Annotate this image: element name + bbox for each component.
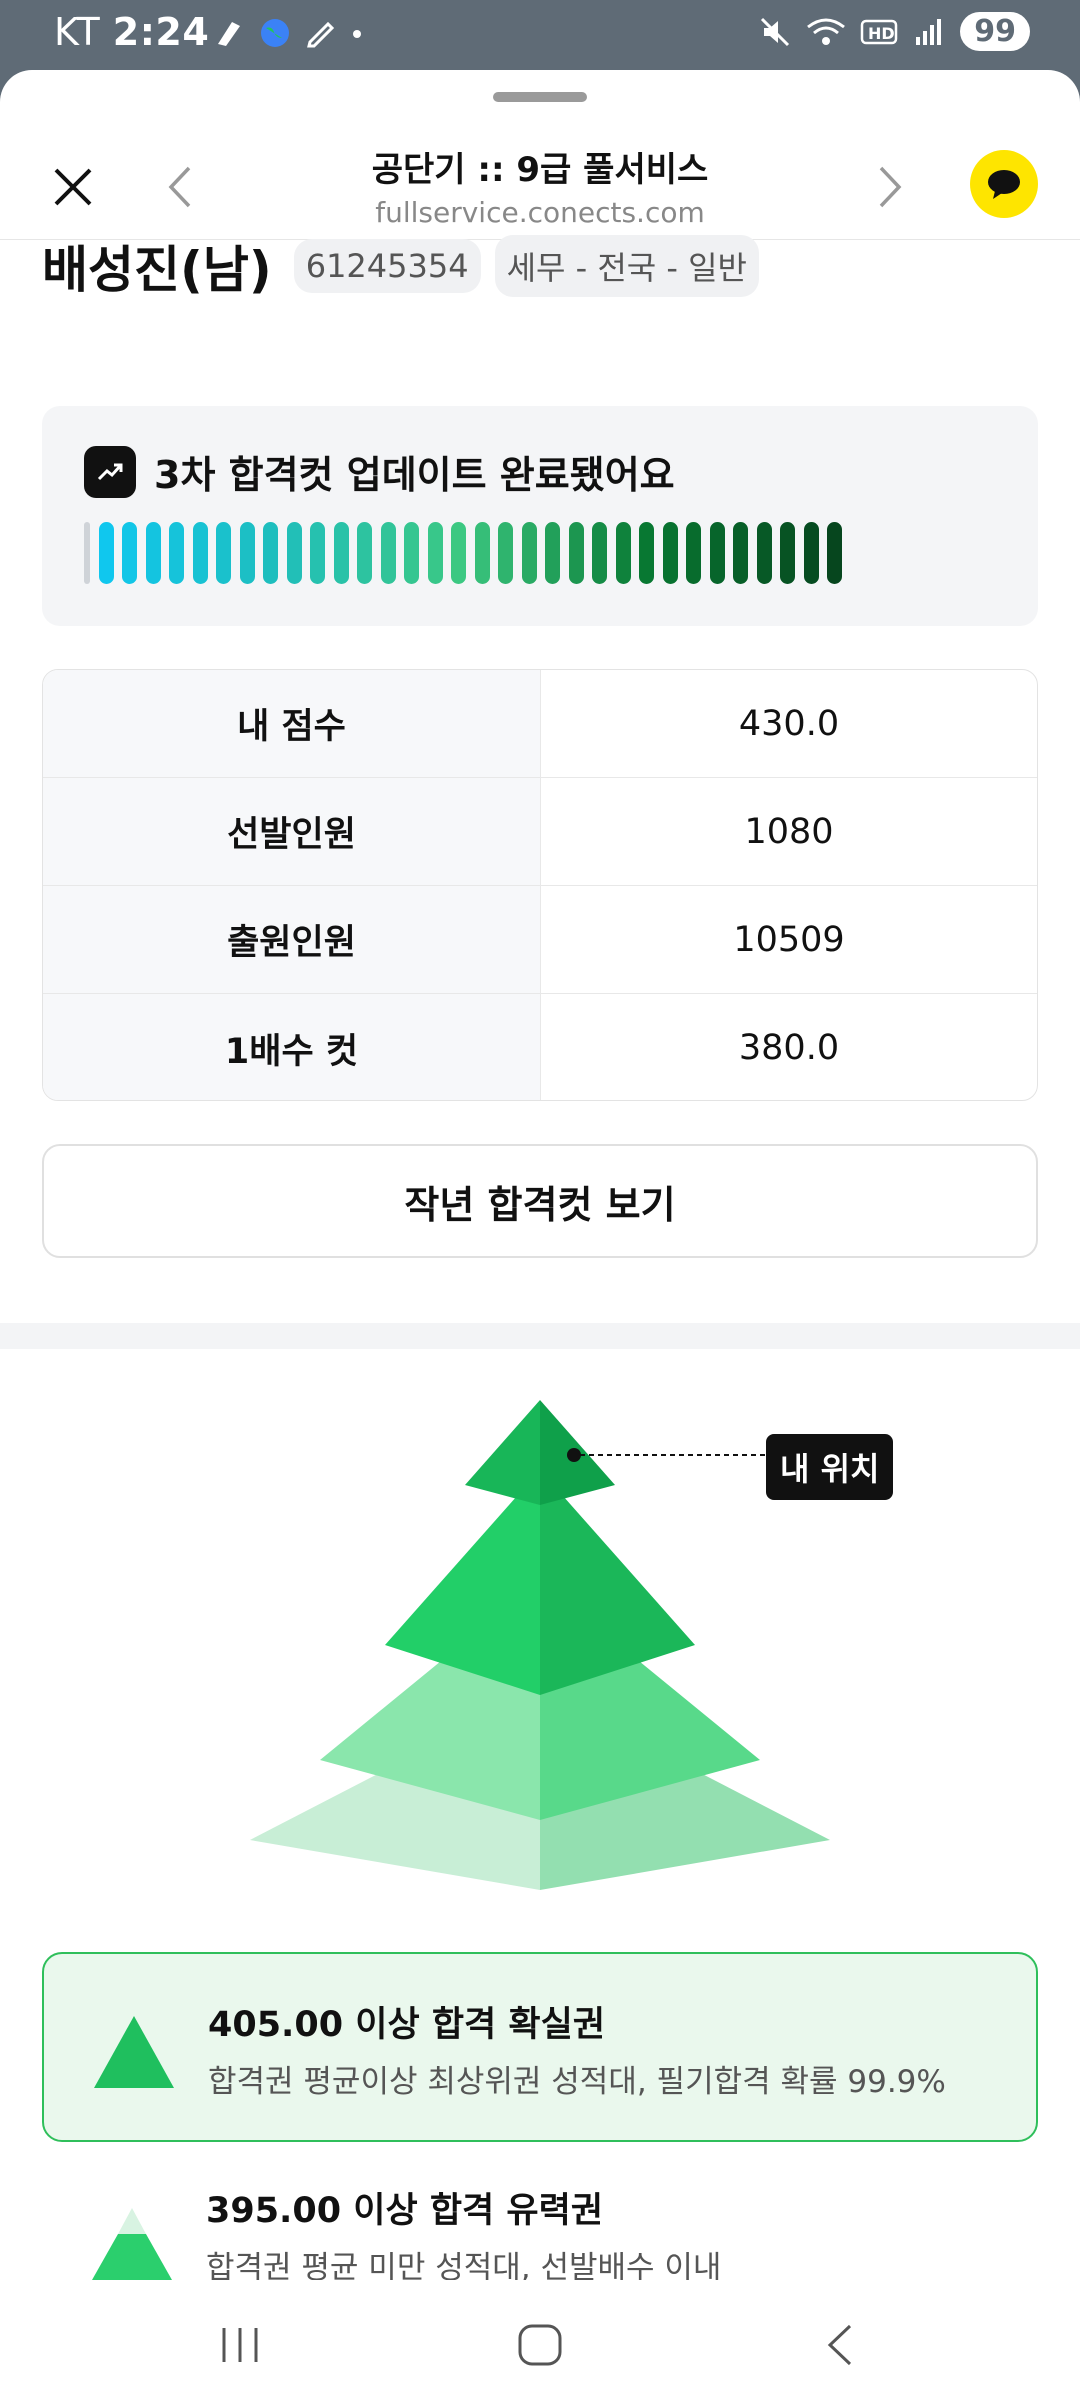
drag-handle[interactable] <box>493 92 587 102</box>
notification-icons <box>212 16 364 50</box>
update-banner: 3차 합격컷 업데이트 완료됐어요 <box>42 406 1038 626</box>
svg-text:HD: HD <box>868 24 895 43</box>
row-value: 10509 <box>733 919 845 960</box>
last-year-cutoff-button[interactable]: 작년 합격컷 보기 <box>42 1144 1038 1258</box>
battery-indicator: 99 <box>960 12 1030 51</box>
signal-icon <box>916 18 942 45</box>
progress-bar-segment <box>827 522 842 584</box>
status-right: HD 99 <box>758 12 1030 51</box>
progress-bar-segment <box>474 522 490 584</box>
my-position-dot <box>567 1448 581 1462</box>
progress-bar-segment <box>521 522 537 584</box>
row-value: 380.0 <box>738 1028 840 1068</box>
user-name: 배성진(남) <box>42 241 272 299</box>
row-value: 1080 <box>744 811 834 852</box>
edit-icon <box>307 21 335 48</box>
progress-bar-segment <box>639 522 654 584</box>
profile-row: 배성진(남) 61245354 세무 - 전국 - 일반 <box>42 230 759 302</box>
row-label: 선발인원 <box>43 778 541 885</box>
progress-bar-segment <box>98 522 114 584</box>
pyramid-tier-1-left <box>465 1400 540 1505</box>
progress-bar-segment <box>404 522 419 584</box>
globe-icon <box>261 19 289 47</box>
progress-bars <box>84 522 842 584</box>
score-table: 내 점수 430.0 선발인원 1080 출원인원 10509 1배수 컷 380.0 <box>42 669 1038 1101</box>
progress-bar-segment <box>263 522 278 584</box>
status-bar: KT 2:24 HD 99 <box>0 0 1080 70</box>
row-value: 430.0 <box>738 703 840 744</box>
trend-up-icon <box>84 446 136 498</box>
browser-header: 공단기 :: 9급 풀서비스 fullservice.conects.com <box>0 120 1080 240</box>
clock: 2:24 <box>112 10 210 54</box>
user-id-chip: 61245354 <box>293 239 481 293</box>
chat-bubble-icon <box>988 170 1020 199</box>
page-url: fullservice.conects.com <box>375 196 705 229</box>
progress-bar-segment <box>568 522 584 584</box>
progress-bar-segment <box>780 522 795 584</box>
bottom-sheet: 공단기 :: 9급 풀서비스 fullservice.conects.com 배… <box>0 70 1080 2408</box>
progress-bar-segment <box>84 522 90 584</box>
progress-bar-segment <box>145 522 161 584</box>
my-position-label: 내 위치 <box>766 1434 894 1500</box>
pyramid-tier-2-left <box>385 1470 540 1695</box>
triangle-icon <box>92 2208 172 2280</box>
status-left: KT 2:24 <box>54 10 209 54</box>
progress-bar-segment <box>451 522 466 584</box>
progress-bar-segment <box>380 522 396 584</box>
wifi-icon <box>807 18 846 45</box>
progress-bar-segment <box>239 522 255 584</box>
system-nav-bar <box>0 2280 1080 2408</box>
progress-bar-segment <box>733 522 748 584</box>
progress-bar-segment <box>333 522 349 584</box>
tier-title: 395.00 이상 합격 유력권 <box>206 2191 604 2231</box>
progress-bar-segment <box>709 522 725 584</box>
progress-bar-segment <box>122 522 137 584</box>
progress-bar-segment <box>169 522 184 584</box>
hd-icon: HD <box>861 19 898 44</box>
progress-bar-segment <box>592 522 607 584</box>
progress-bar-segment <box>498 522 513 584</box>
progress-bar-segment <box>286 522 302 584</box>
tier-description: 합격권 평균이상 최상위권 성적대, 필기합격 확률 99.9% <box>208 2064 946 2100</box>
progress-bar-segment <box>756 522 772 584</box>
progress-bar-segment <box>427 522 443 584</box>
category-chip: 세무 - 전국 - 일반 <box>494 235 759 297</box>
page-title: 공단기 :: 9급 풀서비스 <box>371 150 709 190</box>
pyramid-tier-2-right <box>540 1470 695 1695</box>
tier-title: 405.00 이상 합격 확실권 <box>208 2005 606 2045</box>
progress-bar-segment <box>357 522 372 584</box>
row-label: 출원인원 <box>43 886 541 993</box>
table-row: 내 점수 430.0 <box>43 670 1037 778</box>
table-row: 출원인원 10509 <box>43 886 1037 994</box>
progress-bar-segment <box>192 522 208 584</box>
row-label: 1배수 컷 <box>43 994 541 1100</box>
table-row: 선발인원 1080 <box>43 778 1037 886</box>
mute-icon <box>761 17 790 46</box>
progress-bar-segment <box>803 522 819 584</box>
home-icon[interactable] <box>514 2320 566 2370</box>
progress-bar-segment <box>310 522 325 584</box>
triangle-icon <box>94 2016 174 2088</box>
progress-bar-segment <box>216 522 231 584</box>
section-divider <box>0 1323 1080 1349</box>
progress-bar-segment <box>686 522 701 584</box>
progress-bar-segment <box>615 522 631 584</box>
app-notification-icon <box>218 22 240 46</box>
forward-chevron-icon[interactable] <box>875 164 905 210</box>
dot-icon <box>353 30 361 38</box>
table-row: 1배수 컷 380.0 <box>43 994 1037 1100</box>
back-icon[interactable] <box>820 2320 860 2370</box>
kakao-button[interactable] <box>970 150 1038 218</box>
rank-pyramid <box>250 1400 830 1890</box>
update-text: 3차 합격컷 업데이트 완료됐어요 <box>154 453 675 497</box>
carrier: KT <box>54 10 101 54</box>
row-label: 내 점수 <box>43 670 541 777</box>
recent-apps-icon[interactable] <box>216 2320 266 2370</box>
progress-bar-segment <box>545 522 560 584</box>
progress-bar-segment <box>662 522 678 584</box>
tier-card-1: 405.00 이상 합격 확실권 합격권 평균이상 최상위권 성적대, 필기합격… <box>42 1952 1038 2142</box>
